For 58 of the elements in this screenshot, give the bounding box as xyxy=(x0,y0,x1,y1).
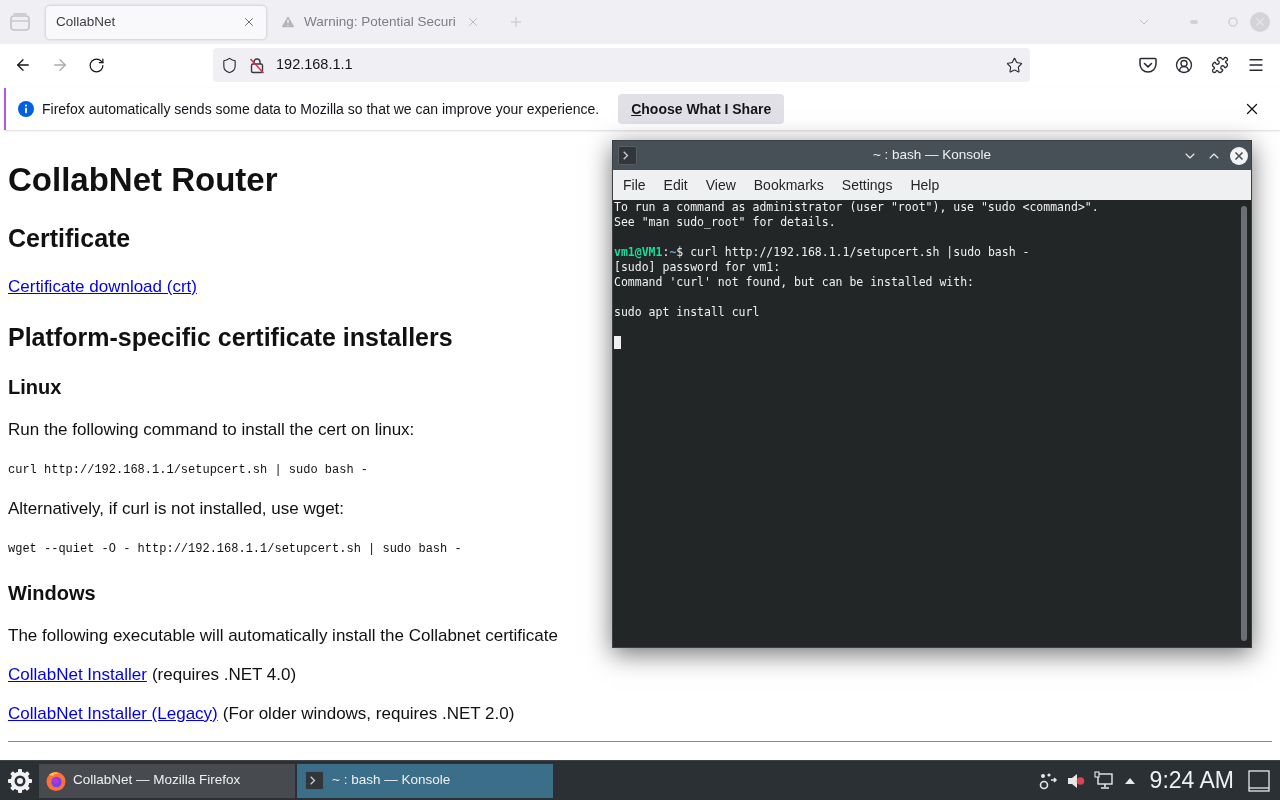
reload-icon xyxy=(87,56,105,74)
show-desktop-icon[interactable] xyxy=(1248,769,1270,792)
insecure-lock-icon xyxy=(249,56,265,74)
address-bar[interactable]: 192.168.1.1 xyxy=(213,48,1030,82)
close-icon[interactable] xyxy=(1230,146,1248,165)
link-note-text: (For older windows, requires .NET 2.0) xyxy=(222,703,515,725)
menu-icon[interactable] xyxy=(1247,56,1265,74)
terminal-line: vm1@VM1:~$ curl http://192.168.1.1/setupcert.sh |sudo bash - xyxy=(614,245,1030,260)
info-icon xyxy=(18,101,34,117)
command-code: curl http://192.168.1.1/setupcert.sh | sudo bash - xyxy=(8,462,369,479)
terminal-icon xyxy=(305,771,324,790)
forward-arrow-icon xyxy=(51,56,69,74)
shield-icon[interactable] xyxy=(221,56,238,74)
start-gear-icon[interactable] xyxy=(7,767,33,794)
page-link[interactable]: CollabNet Installer (Legacy) xyxy=(8,702,218,726)
browser-tab[interactable]: CollabNet xyxy=(46,5,266,39)
choose-share-button[interactable]: Choose What I Share xyxy=(618,94,785,124)
paragraph-text: Alternatively, if curl is not installed, use wget: xyxy=(8,498,345,520)
warning-icon xyxy=(280,14,296,30)
browser-logo-icon xyxy=(45,769,67,792)
browser-tab[interactable]: Warning: Potential Securi xyxy=(270,5,490,39)
taskbar-task[interactable]: CollabNet — Mozilla Firefox xyxy=(39,763,295,798)
link-note-text: (requires .NET 4.0) xyxy=(151,664,297,686)
subsection-heading: Windows xyxy=(8,581,96,606)
menu-item[interactable]: File xyxy=(614,172,655,198)
page-link[interactable]: CollabNet Installer xyxy=(8,663,147,687)
pocket-icon[interactable] xyxy=(1139,57,1157,73)
paragraph-text: The following executable will automatically install the Collabnet certificate xyxy=(8,625,558,647)
subsection-heading: Linux xyxy=(8,375,62,400)
paragraph-text: Run the following command to install the cert on linux: xyxy=(8,419,415,441)
account-icon[interactable] xyxy=(1175,56,1193,74)
scrollbar-thumb[interactable] xyxy=(1241,206,1247,641)
page-link[interactable]: Certificate download (crt) xyxy=(8,275,197,299)
menu-item[interactable]: Bookmarks xyxy=(744,172,833,198)
menu-item[interactable]: View xyxy=(696,172,745,198)
notification-text: Firefox automatically sends some data to Mozilla so that we can improve your experience. xyxy=(42,99,600,119)
terminal-line: See "man sudo_root" for details. xyxy=(614,215,836,230)
page-title: CollabNet Router xyxy=(8,160,278,200)
terminal-line: To run a command as administrator (user "root"), use "sudo <command>". xyxy=(614,200,1099,215)
tab-close-icon[interactable] xyxy=(242,15,256,29)
menu-item[interactable]: Help xyxy=(901,172,949,198)
section-heading: Certificate xyxy=(8,223,131,254)
bookmark-star-icon[interactable] xyxy=(1006,56,1023,74)
terminal-icon xyxy=(618,146,637,165)
clock-text: 9:24 AM xyxy=(1149,766,1234,796)
menu-item[interactable]: Edit xyxy=(654,172,697,198)
caret-up-icon[interactable] xyxy=(1123,776,1136,785)
terminal-line: Command 'curl' not found, but can be installed with: xyxy=(614,275,975,290)
url-text: 192.168.1.1 xyxy=(276,55,353,75)
window-title: ~ : bash — Konsole xyxy=(871,146,993,165)
menu-item[interactable]: Settings xyxy=(832,172,902,198)
terminal-line: [sudo] password for vm1: xyxy=(614,260,781,275)
command-code: wget --quiet -O - http://192.168.1.1/setupcert.sh | sudo bash - xyxy=(8,541,462,558)
section-heading: Platform-specific certificate installers xyxy=(8,322,453,353)
network-monitor-icon[interactable] xyxy=(1093,770,1114,791)
terminal-line: sudo apt install curl xyxy=(614,305,760,320)
taskbar-task[interactable]: ~ : bash — Konsole xyxy=(297,763,553,798)
extensions-icon[interactable] xyxy=(1211,56,1229,74)
